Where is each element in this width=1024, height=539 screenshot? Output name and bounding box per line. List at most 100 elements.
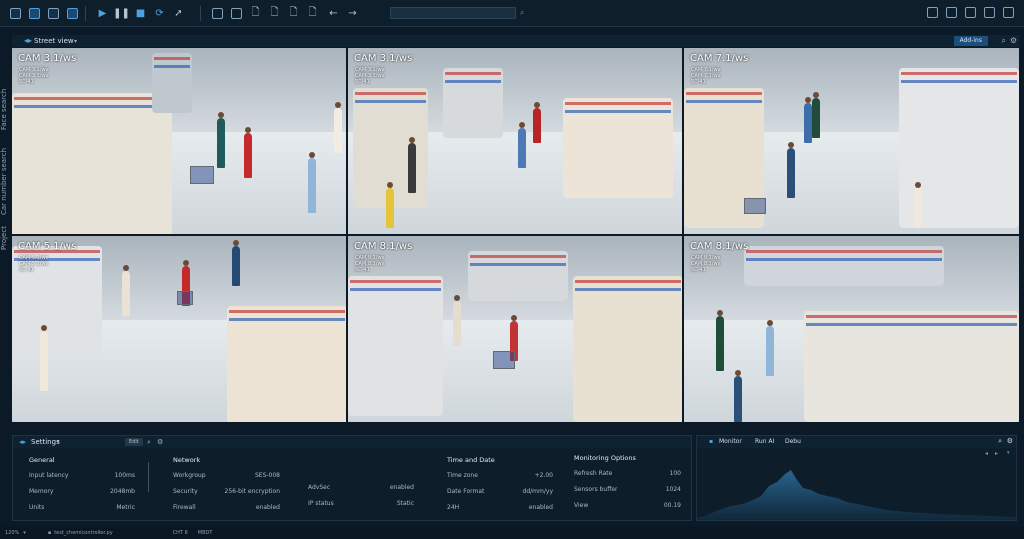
gear-icon[interactable]: ⚙ xyxy=(157,438,163,446)
document-edit-icon[interactable]: 🗋 xyxy=(267,6,282,21)
camera-label: CAM 7.1/ws xyxy=(690,53,749,64)
layout-icon[interactable] xyxy=(210,6,225,21)
monitor-header: ▪ Monitor Run AI Debu ⌕ ⚙ xyxy=(697,436,1016,448)
window-icon[interactable] xyxy=(8,6,23,21)
search-icon[interactable]: ⌕ xyxy=(1002,36,1006,46)
settings-header: ◂▸ Settings ▾ Edit ⌕ ⚙ xyxy=(13,436,691,448)
tab-monitor[interactable]: Monitor xyxy=(719,438,742,445)
main-toolbar: ▶ ❚❚ ■ ⟳ ➚ 🗋 🗋 🗋 🗋 ← → ⌕ xyxy=(0,0,1024,27)
divider xyxy=(148,462,149,492)
setting-row[interactable]: 24H enabled xyxy=(447,504,553,520)
setting-row[interactable]: Security 256-bit encryption xyxy=(173,488,280,504)
settings-panel: ◂▸ Settings ▾ Edit ⌕ ⚙ General Input lat… xyxy=(12,435,692,521)
setting-row[interactable]: Input latency 100ms xyxy=(29,472,135,488)
settings-title[interactable]: Settings xyxy=(31,438,60,446)
forward-arrow-icon[interactable]: ▸ xyxy=(995,450,998,457)
forward-arrow-icon[interactable]: → xyxy=(345,6,360,21)
refresh-icon[interactable]: ⟳ xyxy=(152,6,167,21)
setting-row[interactable]: Firewall enabled xyxy=(173,504,280,520)
setting-row[interactable]: Units Metric xyxy=(29,504,135,520)
camera-label: CAM 8.1/ws xyxy=(354,241,413,252)
camera-sublabel: CAM 8.1/ws CAM 8.1/ws SC-41 xyxy=(691,255,721,273)
search-icon[interactable]: ⌕ xyxy=(998,437,1002,446)
camera-label: CAM 3.1/ws xyxy=(354,53,413,64)
minimize-icon[interactable] xyxy=(963,5,978,20)
setting-row[interactable]: Date Format dd/mm/yy xyxy=(447,488,553,504)
monitor-chart xyxy=(697,470,1016,520)
file-name[interactable]: test_chemicontroller.py xyxy=(54,530,112,536)
status-encoding: MBDT xyxy=(197,530,213,536)
document-export-icon[interactable]: 🗋 xyxy=(286,6,301,21)
copy-icon[interactable] xyxy=(229,6,244,21)
view-icon: ◂▸ xyxy=(24,36,33,45)
camera-sublabel: CAM 3.1/ws CAM 3.1/ws SC-41 xyxy=(355,67,385,85)
camera-feed[interactable]: CAM 8.1/ws CAM 8.1/ws CAM 8.1/ws SC-41 xyxy=(348,236,682,422)
toolbar-right-group xyxy=(921,5,1016,20)
import-icon[interactable] xyxy=(27,6,42,21)
camera-feed[interactable]: CAM 3.1/ws CAM 3.1/ws CAM 3.1/ws SC-41 xyxy=(348,48,682,234)
network-extra-section: AdvSec enabled IP status Static xyxy=(308,484,414,516)
setting-row[interactable]: Time zone +2.00 xyxy=(447,472,553,488)
tab-run-ai[interactable]: Run AI xyxy=(755,438,774,445)
section-heading: Monitoring Options xyxy=(574,454,636,462)
camera-feed[interactable]: CAM 3.1/ws CAM 3.1/ws CAM 3.1/ws SC-41 xyxy=(12,48,346,234)
tab-project[interactable]: Project xyxy=(0,226,8,250)
toolbar-divider xyxy=(85,5,86,21)
monitor-icon: ▪ xyxy=(709,438,714,445)
setting-row[interactable]: IP status Static xyxy=(308,500,414,516)
app-window: ▶ ❚❚ ■ ⟳ ➚ 🗋 🗋 🗋 🗋 ← → ⌕ Face search Car… xyxy=(0,0,1024,539)
maximize-icon[interactable] xyxy=(982,5,997,20)
document-icon[interactable]: 🗋 xyxy=(248,6,263,21)
time-date-section: Time and Date Time zone +2.00 Date Format… xyxy=(447,456,553,520)
setting-row[interactable]: View 00.19 xyxy=(574,502,681,518)
setting-row[interactable]: Sensors buffer 1024 xyxy=(574,486,681,502)
play-icon[interactable]: ▶ xyxy=(95,6,110,21)
camera-sublabel: CAM 3.1/ws CAM 3.1/ws SC-41 xyxy=(19,67,49,85)
toolbar-divider xyxy=(200,5,201,21)
setting-row[interactable]: Refresh Rate 100 xyxy=(574,470,681,486)
chevron-down-icon[interactable]: ▾ xyxy=(23,530,26,536)
edit-button[interactable]: Edit xyxy=(125,438,143,446)
gear-icon[interactable]: ⚙ xyxy=(1010,36,1017,45)
setting-row[interactable]: AdvSec enabled xyxy=(308,484,414,500)
back-arrow-icon[interactable]: ← xyxy=(326,6,341,21)
search-icon[interactable]: ⌕ xyxy=(147,438,151,447)
upload-icon[interactable] xyxy=(925,5,940,20)
tab-car-number-search[interactable]: Car number search xyxy=(0,148,8,215)
trash-icon[interactable] xyxy=(1001,5,1016,20)
chevron-down-icon[interactable]: ▾ xyxy=(57,439,60,445)
tab-debug[interactable]: Debu xyxy=(785,438,801,445)
chevron-down-icon[interactable]: ▾ xyxy=(74,38,77,45)
save-icon[interactable] xyxy=(46,6,61,21)
setting-row[interactable]: Memory 2048mb xyxy=(29,488,135,504)
zoom-level[interactable]: 120% xyxy=(5,530,19,536)
section-heading: General xyxy=(29,456,55,464)
pointer-icon[interactable]: ➚ xyxy=(171,6,186,21)
chevron-down-icon[interactable]: ▾ xyxy=(1007,450,1010,456)
camera-grid: CAM 3.1/ws CAM 3.1/ws CAM 3.1/ws SC-41 CAM… xyxy=(12,48,1019,422)
view-title[interactable]: Street view xyxy=(34,37,74,45)
search-icon[interactable]: ⌕ xyxy=(520,8,524,18)
camera-sublabel: CAM 8.1/ws CAM 8.1/ws SC-41 xyxy=(355,255,385,273)
pause-icon[interactable]: ❚❚ xyxy=(113,6,130,21)
setting-row[interactable]: Workgroup SES-008 xyxy=(173,472,280,488)
back-arrow-icon[interactable]: ◂ xyxy=(985,450,988,457)
file-icon: ▪ xyxy=(47,530,52,536)
camera-feed[interactable]: CAM 8.1/ws CAM 8.1/ws CAM 8.1/ws SC-41 xyxy=(684,236,1019,422)
download-icon[interactable] xyxy=(944,5,959,20)
monitor-panel: ▪ Monitor Run AI Debu ⌕ ⚙ ◂ ▸ ▾ xyxy=(696,435,1017,521)
general-section: General Input latency 100ms Memory 2048mb … xyxy=(29,456,135,520)
toolbar-search-input[interactable] xyxy=(390,7,516,19)
monitoring-section: Monitoring Options Refresh Rate 100 Senso… xyxy=(574,454,681,518)
camera-label: CAM 8.1/ws xyxy=(690,241,749,252)
camera-feed[interactable]: CAM 5.1/ws CAM 5.1/ws CAM 5.1/ws SC-41 xyxy=(12,236,346,422)
gear-icon[interactable]: ⚙ xyxy=(1007,437,1013,445)
chart-icon[interactable] xyxy=(65,6,80,21)
tab-face-search[interactable]: Face search xyxy=(0,89,8,130)
section-heading: Time and Date xyxy=(447,456,495,464)
addins-button[interactable]: Add-ins xyxy=(953,36,988,46)
stop-icon[interactable]: ■ xyxy=(133,6,148,21)
delete-document-icon[interactable]: 🗋 xyxy=(305,6,320,21)
camera-feed[interactable]: CAM 7.1/ws CAM 7.1/ws CAM 7.1/ws SC-41 xyxy=(684,48,1019,234)
settings-icon: ◂▸ xyxy=(19,438,27,446)
